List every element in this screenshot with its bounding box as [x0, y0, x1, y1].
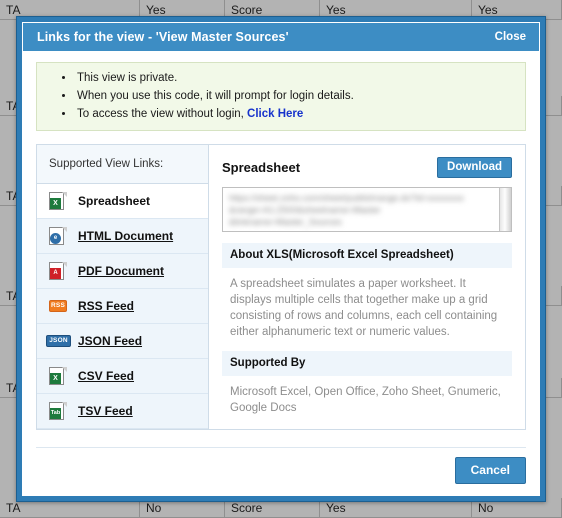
cancel-button[interactable]: Cancel: [454, 457, 526, 484]
sidebar-item-rss-feed[interactable]: RSS RSS Feed: [37, 289, 208, 324]
detail-title: Spreadsheet: [222, 160, 301, 175]
tsv-file-icon: Tab: [49, 402, 67, 420]
notice-item-private: This view is private.: [75, 69, 525, 87]
sidebar-item-label: CSV Feed: [78, 369, 135, 383]
sidebar-item-html-document[interactable]: e HTML Document: [37, 219, 208, 254]
dialog-footer: Cancel: [36, 447, 526, 495]
close-button[interactable]: Close: [495, 31, 526, 43]
format-detail-pane: Spreadsheet Download https://sheet.zoho.…: [209, 145, 525, 429]
notice-item-login: When you use this code, it will prompt f…: [75, 87, 525, 105]
about-format-text: A spreadsheet simulates a paper workshee…: [230, 278, 498, 338]
detail-header-row: Spreadsheet Download: [222, 157, 512, 178]
dialog-body: This view is private. When you use this …: [23, 51, 539, 447]
sidebar-header: Supported View Links:: [37, 145, 208, 184]
sidebar-item-spreadsheet[interactable]: X Spreadsheet: [37, 184, 208, 219]
sidebar-item-label: HTML Document: [78, 229, 174, 243]
json-feed-icon: JSON: [46, 332, 71, 350]
privacy-notice: This view is private. When you use this …: [36, 62, 526, 131]
sidebar-item-list: X Spreadsheet e HTML Document A PDF Document R…: [37, 184, 208, 429]
download-button[interactable]: Download: [437, 157, 512, 178]
supported-view-links-sidebar: Supported View Links: X Spreadsheet e HTML …: [37, 145, 209, 429]
share-url-textarea[interactable]: https://sheet.zoho.com/sheet/publishrang…: [222, 187, 512, 232]
sidebar-item-pdf-document[interactable]: A PDF Document: [37, 254, 208, 289]
sidebar-item-label: Spreadsheet: [78, 194, 151, 208]
xls-file-icon: X: [49, 192, 67, 210]
dialog-inner: Links for the view - 'View Master Source…: [22, 22, 540, 496]
notice-list: This view is private. When you use this …: [37, 69, 525, 123]
rss-feed-icon: RSS: [49, 297, 67, 315]
sidebar-item-label: JSON Feed: [78, 334, 143, 348]
html-file-icon: e: [49, 227, 67, 245]
notice-access-prefix: To access the view without login,: [77, 108, 248, 120]
dialog-titlebar: Links for the view - 'View Master Source…: [23, 23, 539, 51]
sidebar-item-label: RSS Feed: [78, 299, 135, 313]
sidebar-item-csv-feed[interactable]: X CSV Feed: [37, 359, 208, 394]
csv-file-icon: X: [49, 367, 67, 385]
supported-by-text: Microsoft Excel, Open Office, Zoho Sheet…: [230, 386, 501, 414]
sidebar-item-label: TSV Feed: [78, 404, 133, 418]
links-content-panel: Supported View Links: X Spreadsheet e HTML …: [36, 144, 526, 430]
dialog-title: Links for the view - 'View Master Source…: [37, 30, 289, 44]
share-url-value: https://sheet.zoho.com/sheet/publishrang…: [229, 193, 464, 227]
pdf-file-icon: A: [49, 262, 67, 280]
notice-item-access: To access the view without login, Click …: [75, 105, 525, 123]
links-for-view-dialog: Links for the view - 'View Master Source…: [16, 16, 546, 502]
supported-by-heading: Supported By: [222, 351, 512, 376]
textarea-scrollbar[interactable]: [499, 188, 511, 231]
sidebar-item-label: PDF Document: [78, 264, 165, 278]
sidebar-item-json-feed[interactable]: JSON JSON Feed: [37, 324, 208, 359]
sidebar-item-tsv-feed[interactable]: Tab TSV Feed: [37, 394, 208, 429]
about-format-heading: About XLS(Microsoft Excel Spreadsheet): [222, 243, 512, 268]
click-here-link[interactable]: Click Here: [247, 108, 303, 120]
